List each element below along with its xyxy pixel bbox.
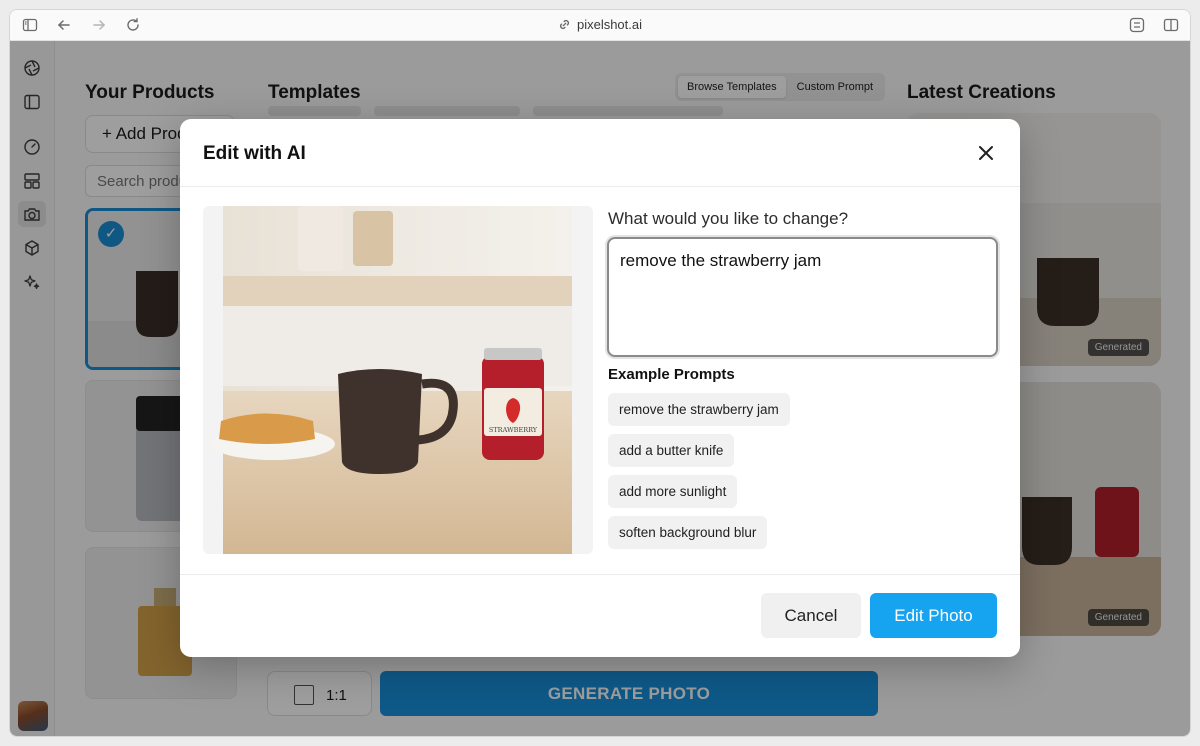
photo-preview: STRAWBERRY xyxy=(203,206,593,554)
jar-label-text: STRAWBERRY xyxy=(489,426,538,434)
example-prompt-chip[interactable]: add more sunlight xyxy=(608,475,738,508)
dialog-title: Edit with AI xyxy=(203,143,306,164)
example-prompt-chip[interactable]: add a butter knife xyxy=(608,434,735,467)
edit-with-ai-dialog: Edit with AI STRAWBERRY What would you l… xyxy=(180,119,1020,657)
close-icon[interactable] xyxy=(976,143,996,163)
address-bar[interactable]: pixelshot.ai xyxy=(10,17,1190,34)
url-text: pixelshot.ai xyxy=(576,17,643,32)
change-question-label: What would you like to change? xyxy=(608,209,849,228)
example-prompt-chip[interactable]: soften background blur xyxy=(608,516,768,549)
browser-toolbar: pixelshot.ai xyxy=(10,10,1190,41)
cancel-button[interactable]: Cancel xyxy=(761,593,861,638)
example-prompts-list: remove the strawberry jam add a butter k… xyxy=(608,393,1000,556)
edit-prompt-textarea[interactable]: remove the strawberry jam xyxy=(607,237,998,357)
dialog-header: Edit with AI xyxy=(180,119,1020,187)
example-prompts-title: Example Prompts xyxy=(608,366,735,383)
link-icon xyxy=(558,18,571,34)
edit-photo-button[interactable]: Edit Photo xyxy=(870,593,997,638)
breakfast-scene-image: STRAWBERRY xyxy=(203,206,593,554)
example-prompt-chip[interactable]: remove the strawberry jam xyxy=(608,393,790,426)
extensions-icon[interactable] xyxy=(1129,17,1145,33)
split-view-icon[interactable] xyxy=(1163,17,1179,33)
